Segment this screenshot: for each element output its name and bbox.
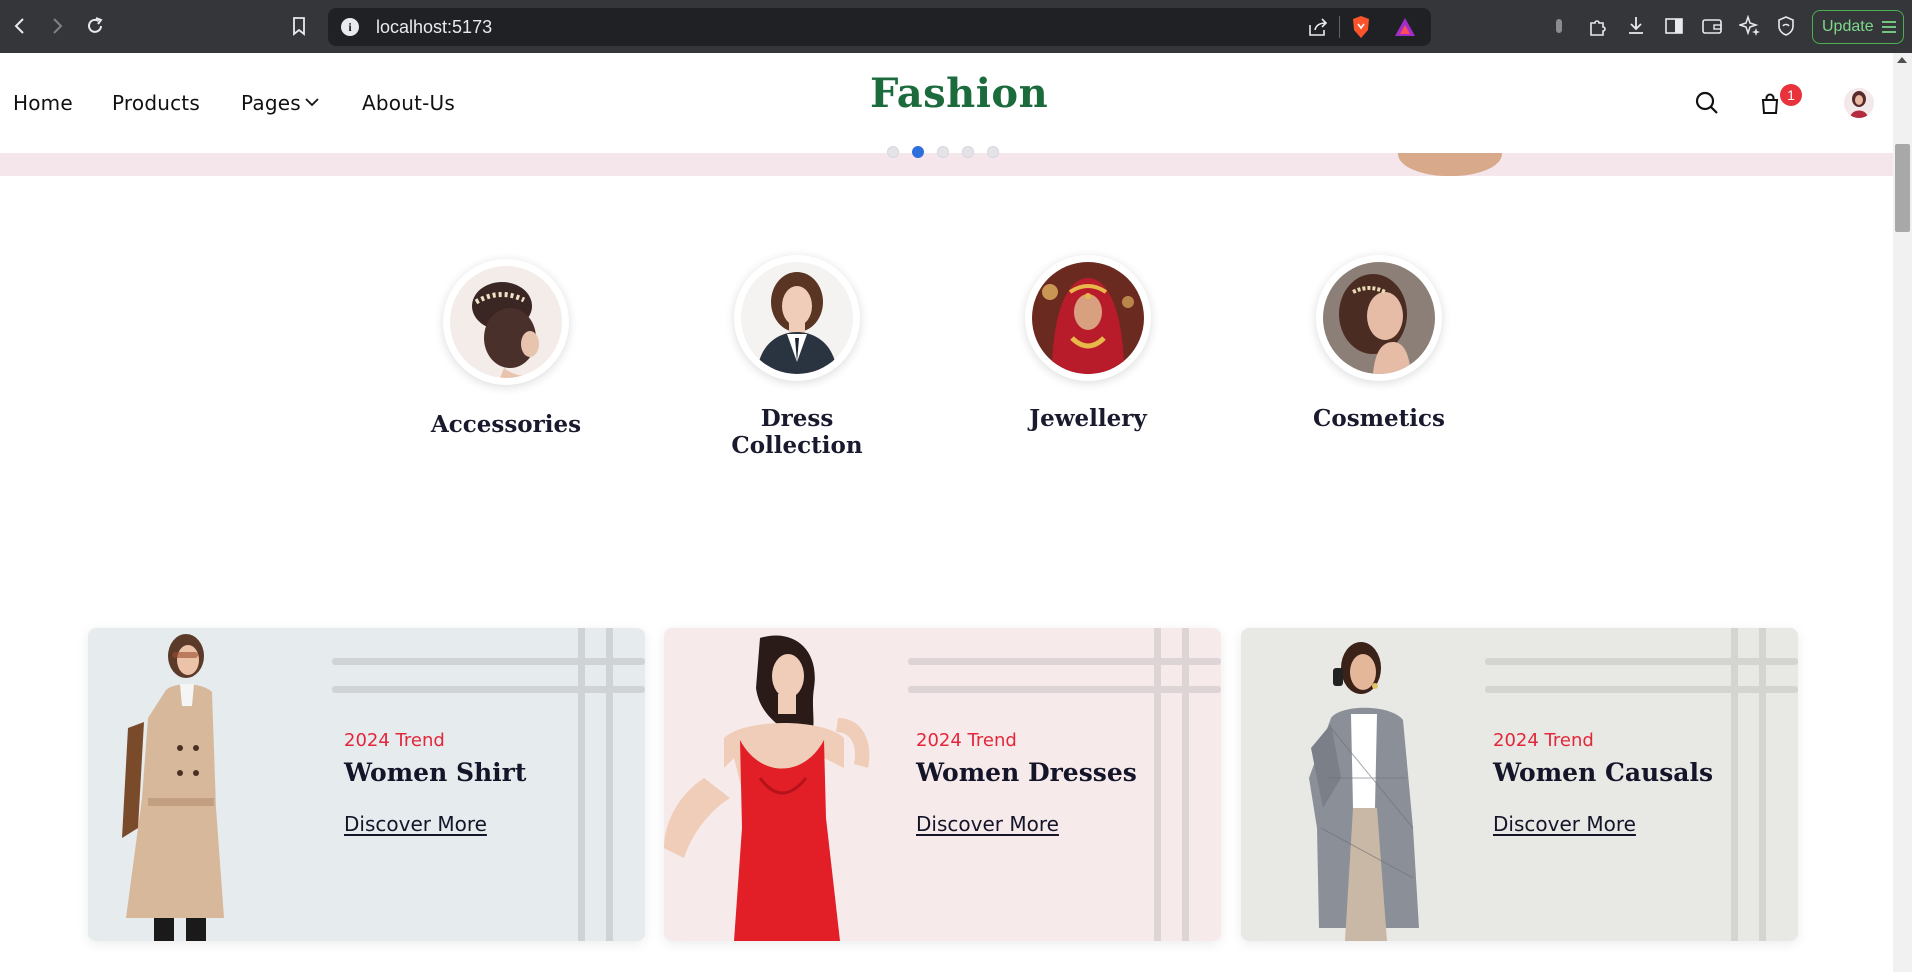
site-info-icon[interactable]: i bbox=[341, 18, 359, 36]
reload-button[interactable] bbox=[79, 10, 111, 42]
cosmetics-photo bbox=[1323, 262, 1435, 374]
shopping-bag-icon[interactable] bbox=[1760, 93, 1780, 115]
category-image bbox=[450, 266, 562, 378]
jewellery-photo bbox=[1032, 262, 1144, 374]
category-accessories[interactable]: Accessories bbox=[406, 259, 606, 438]
nav-products[interactable]: Products bbox=[112, 91, 200, 115]
discover-more-link[interactable]: Discover More bbox=[1493, 812, 1636, 836]
brave-rewards-icon[interactable] bbox=[1394, 17, 1416, 37]
sidebar-toggle-icon[interactable] bbox=[1664, 16, 1684, 36]
forward-arrow-icon bbox=[53, 18, 63, 34]
extensions-puzzle-icon[interactable] bbox=[1587, 15, 1609, 37]
nav-pages[interactable]: Pages bbox=[241, 91, 319, 115]
promo-card-women-causals[interactable]: 2024 Trend Women Causals Discover More bbox=[1241, 628, 1798, 941]
promo-card-women-shirt[interactable]: 2024 Trend Women Shirt Discover More bbox=[88, 628, 645, 941]
vpn-shield-icon[interactable] bbox=[1776, 15, 1796, 37]
cart-count-badge: 1 bbox=[1780, 84, 1802, 106]
promo-trend: 2024 Trend bbox=[916, 730, 1017, 751]
category-image-frame bbox=[734, 255, 860, 381]
user-avatar[interactable] bbox=[1844, 88, 1874, 118]
promo-title: Women Causals bbox=[1493, 758, 1714, 787]
update-label: Update bbox=[1822, 18, 1874, 35]
extension-status-icon[interactable] bbox=[1554, 16, 1564, 36]
search-icon[interactable] bbox=[1695, 91, 1719, 115]
chevron-down-icon bbox=[305, 98, 319, 107]
brave-shields-icon[interactable] bbox=[1351, 15, 1371, 39]
brand-logo[interactable]: Fashion bbox=[870, 70, 1048, 117]
user-photo bbox=[1844, 88, 1874, 118]
bookmark-button[interactable] bbox=[283, 10, 315, 42]
dress-collection-photo bbox=[741, 262, 853, 374]
reload-icon bbox=[88, 17, 103, 33]
download-icon[interactable] bbox=[1626, 15, 1646, 37]
category-cosmetics[interactable]: Cosmetics bbox=[1279, 255, 1479, 432]
wallet-icon[interactable] bbox=[1701, 16, 1723, 36]
slider-dot[interactable] bbox=[937, 146, 949, 158]
back-button[interactable] bbox=[4, 10, 36, 42]
category-image bbox=[1323, 262, 1435, 374]
menu-hamburger-icon bbox=[1881, 21, 1896, 33]
update-button[interactable]: Update bbox=[1812, 10, 1904, 44]
model-trench-coat-image bbox=[122, 634, 224, 941]
category-image-frame bbox=[1025, 255, 1151, 381]
promo-title: Women Dresses bbox=[916, 758, 1137, 787]
address-bar[interactable]: i localhost:5173 bbox=[328, 8, 1431, 46]
slider-pagination bbox=[887, 146, 999, 158]
site-header: Home Products Pages About-Us Fashion 1 bbox=[0, 53, 1893, 153]
address-url: localhost:5173 bbox=[376, 17, 493, 37]
model-red-dress-image bbox=[664, 635, 870, 941]
discover-more-link[interactable]: Discover More bbox=[344, 812, 487, 836]
share-icon[interactable] bbox=[1307, 17, 1329, 37]
promo-trend: 2024 Trend bbox=[1493, 730, 1594, 751]
promo-card-women-dresses[interactable]: 2024 Trend Women Dresses Discover More bbox=[664, 628, 1221, 941]
discover-more-link[interactable]: Discover More bbox=[916, 812, 1059, 836]
accessories-photo bbox=[450, 266, 562, 378]
category-label: Jewellery bbox=[1029, 405, 1147, 432]
leo-ai-sparkle-icon[interactable] bbox=[1739, 15, 1761, 37]
nav-home[interactable]: Home bbox=[13, 91, 73, 115]
category-dress-collection[interactable]: Dress Collection bbox=[697, 255, 897, 459]
scrollbar-thumb[interactable] bbox=[1895, 144, 1910, 232]
category-image bbox=[1032, 262, 1144, 374]
nav-pages-label: Pages bbox=[241, 91, 301, 115]
scroll-up-arrow-icon[interactable] bbox=[1897, 57, 1907, 63]
promo-trend: 2024 Trend bbox=[344, 730, 445, 751]
category-label: Cosmetics bbox=[1313, 405, 1445, 432]
slider-dot[interactable] bbox=[887, 146, 899, 158]
promo-title: Women Shirt bbox=[344, 758, 527, 787]
nav-about-us[interactable]: About-Us bbox=[362, 91, 455, 115]
category-image-frame bbox=[1316, 255, 1442, 381]
model-blazer-image bbox=[1309, 642, 1419, 941]
back-arrow-icon bbox=[14, 18, 24, 34]
forward-button[interactable] bbox=[41, 10, 73, 42]
browser-toolbar: i localhost:5173 Update bbox=[0, 0, 1912, 53]
category-image-frame bbox=[443, 259, 569, 385]
slider-dot[interactable] bbox=[987, 146, 999, 158]
category-image bbox=[741, 262, 853, 374]
category-label: Dress Collection bbox=[731, 405, 863, 459]
category-label: Accessories bbox=[430, 411, 582, 438]
bookmark-icon bbox=[293, 17, 305, 36]
category-jewellery[interactable]: Jewellery bbox=[988, 255, 1188, 432]
slider-dot-active[interactable] bbox=[912, 146, 924, 158]
slider-dot[interactable] bbox=[962, 146, 974, 158]
